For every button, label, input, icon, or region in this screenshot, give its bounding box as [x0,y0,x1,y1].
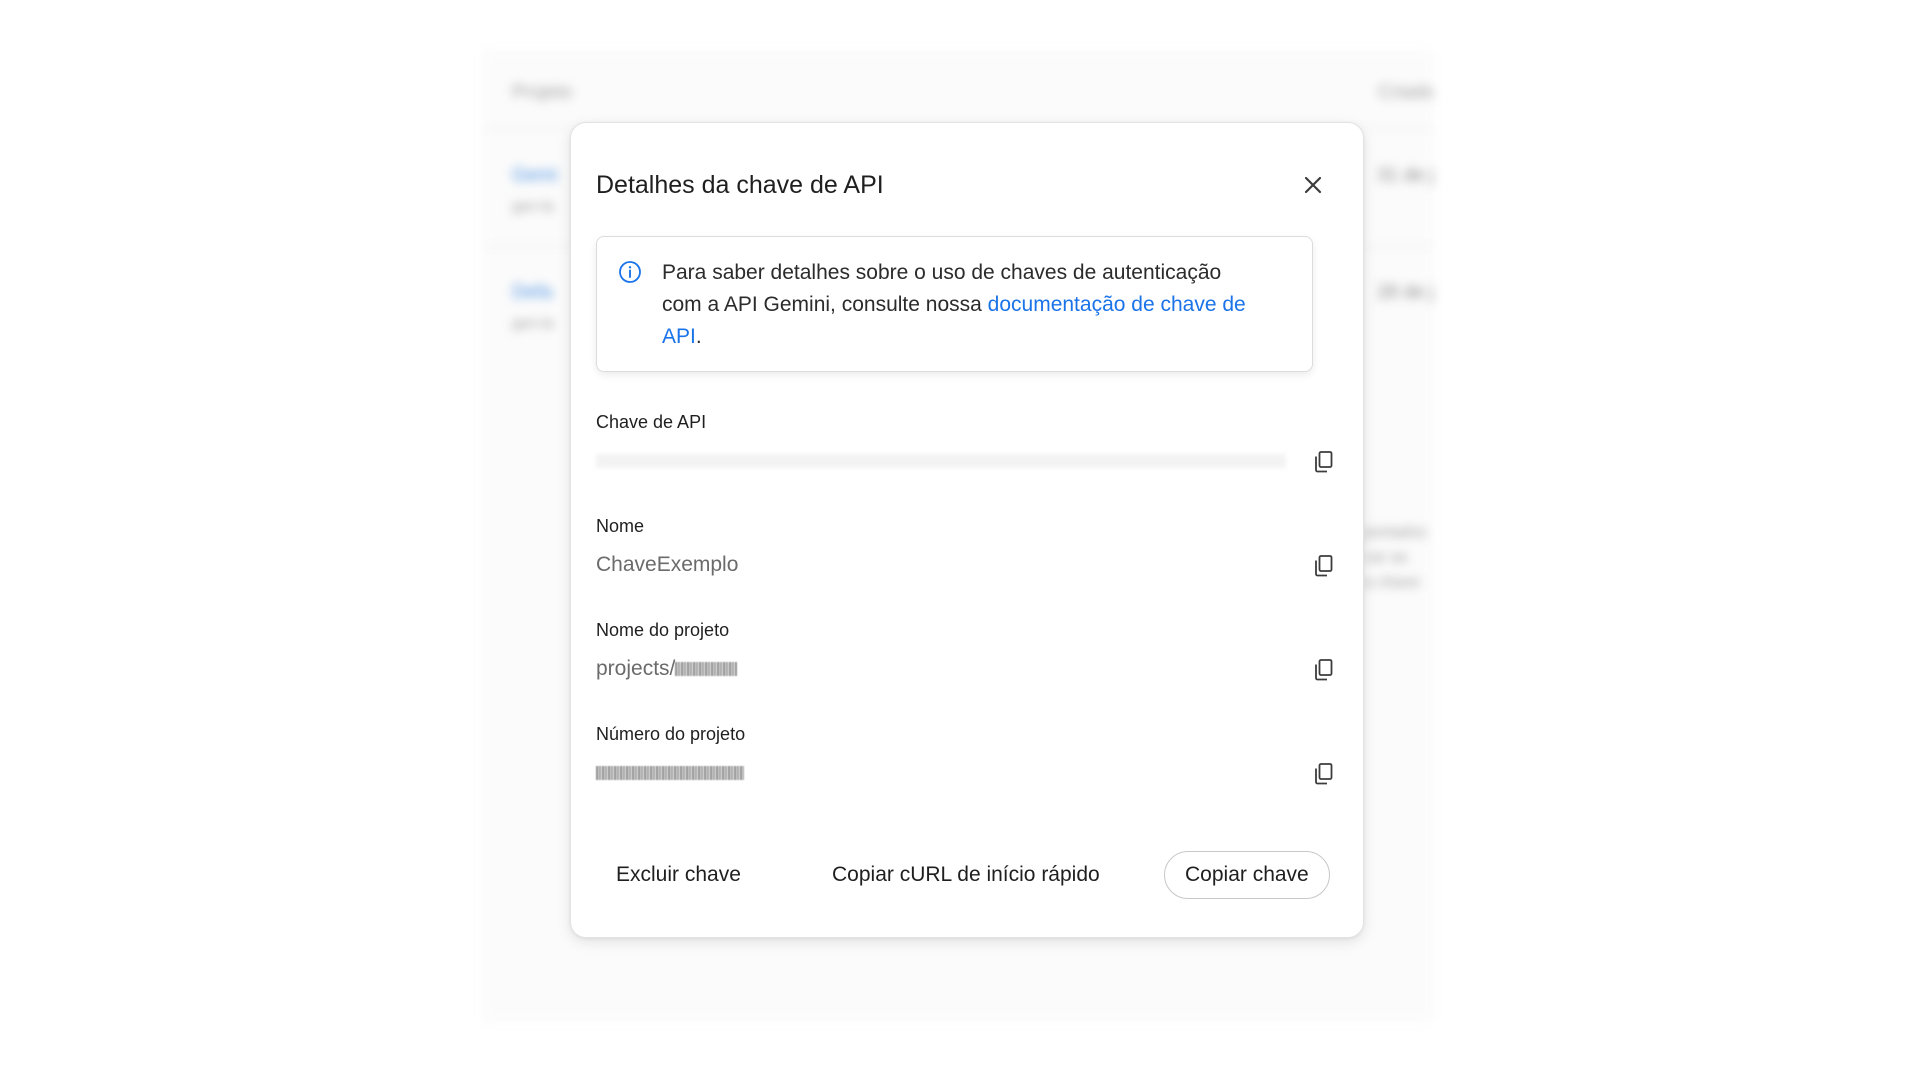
copy-icon [1315,451,1333,473]
info-icon [619,261,641,283]
info-text-trailing: . [695,325,702,348]
project-name-prefix: projects/ [596,657,676,680]
info-callout: Para saber detalhes sobre o uso de chave… [596,236,1313,372]
api-key-redacted [596,454,1286,469]
api-key-label: Chave de API [596,412,707,432]
bg-row-date: 31 de j [1376,165,1434,186]
delete-key-button[interactable]: Excluir chave [596,851,761,899]
bg-row-subtitle: gen-la [512,315,554,332]
name-value: ChaveExemplo [596,553,739,576]
close-icon [1304,176,1322,194]
project-number-value [596,760,1336,786]
bg-row-title: Gemi [512,165,558,186]
api-key-value [596,448,1336,474]
project-name-value: projects/ [596,656,1336,682]
close-button[interactable] [1297,169,1329,201]
copy-project-number-button[interactable] [1309,759,1339,789]
copy-icon [1315,555,1333,577]
dialog-title: Detalhes da chave de API [596,171,884,199]
bg-row-title: Defa [512,282,553,303]
copy-icon [1315,659,1333,681]
api-key-field: Chave de API [596,411,1336,474]
bg-column-header-project: Projeto [512,82,573,103]
copy-api-key-button[interactable] [1309,447,1339,477]
project-name-field: Nome do projeto projects/ [596,619,1336,682]
bg-column-header-created: Criado [1378,82,1434,103]
name-field: Nome ChaveExemplo [596,515,1336,578]
project-name-redacted [675,662,738,677]
project-number-label: Número do projeto [596,724,746,744]
project-number-field: Número do projeto [596,723,1336,786]
copy-key-button[interactable]: Copiar chave [1164,851,1330,899]
copy-curl-quickstart-button[interactable]: Copiar cURL de início rápido [812,851,1120,899]
bg-row-date: 28 de j [1376,282,1434,303]
bg-row-subtitle: gen-la [512,198,554,215]
project-number-redacted [596,766,744,781]
name-label: Nome [596,516,645,536]
info-text: Para saber detalhes sobre o uso de chave… [662,257,1262,353]
copy-name-button[interactable] [1309,551,1339,581]
copy-icon [1315,763,1333,785]
api-key-details-dialog: Detalhes da chave de API Para saber deta… [570,122,1364,938]
copy-project-name-button[interactable] [1309,655,1339,685]
bg-side-text: portados car as a chave [1364,524,1427,591]
project-name-label: Nome do projeto [596,620,730,640]
